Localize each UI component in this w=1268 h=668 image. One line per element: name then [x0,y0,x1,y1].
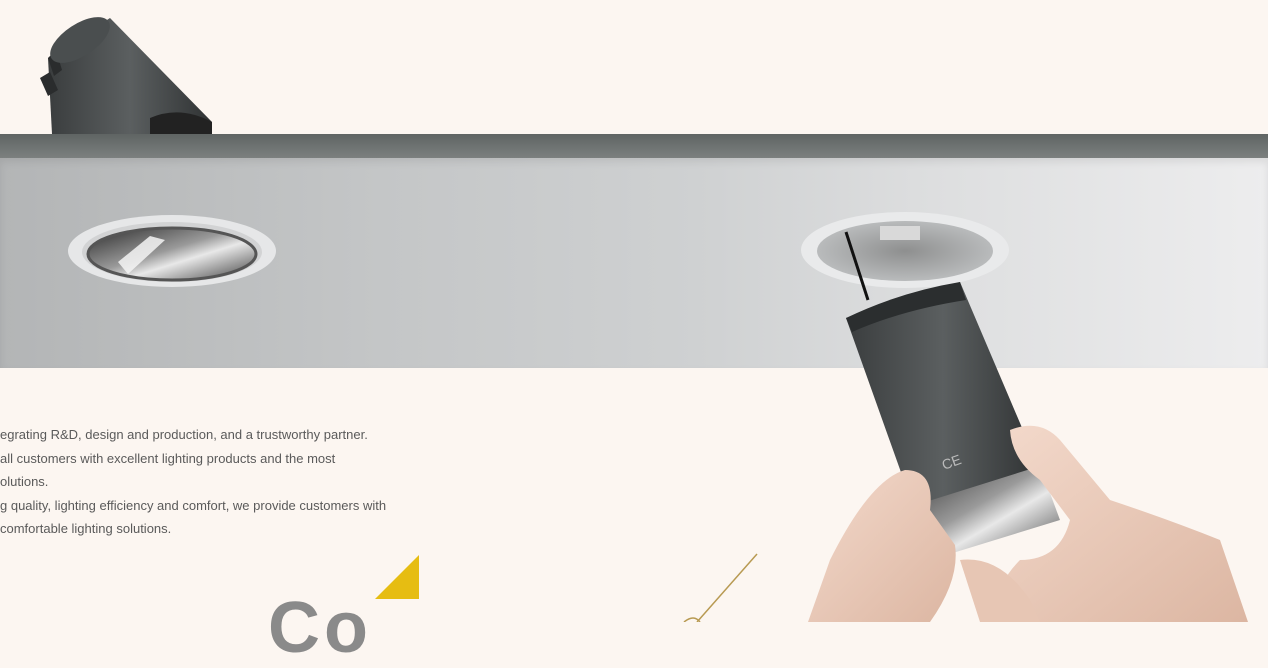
section-heading: Co [268,588,372,668]
ceiling-cutout [801,212,1009,301]
accent-triangle [375,555,419,599]
company-intro-text: egrating R&D, design and production, and… [0,423,520,541]
intro-line: all customers with excellent lighting pr… [0,450,336,466]
intro-line: g quality, lighting efficiency and comfo… [0,497,387,513]
intro-line: olutions. [0,474,49,489]
downlight-heatsink-top [40,17,212,134]
intro-line: egrating R&D, design and production, and… [0,427,368,442]
intro-line: comfortable lighting solutions. [0,521,172,536]
installed-downlight [68,215,276,287]
accent-line [696,553,758,622]
